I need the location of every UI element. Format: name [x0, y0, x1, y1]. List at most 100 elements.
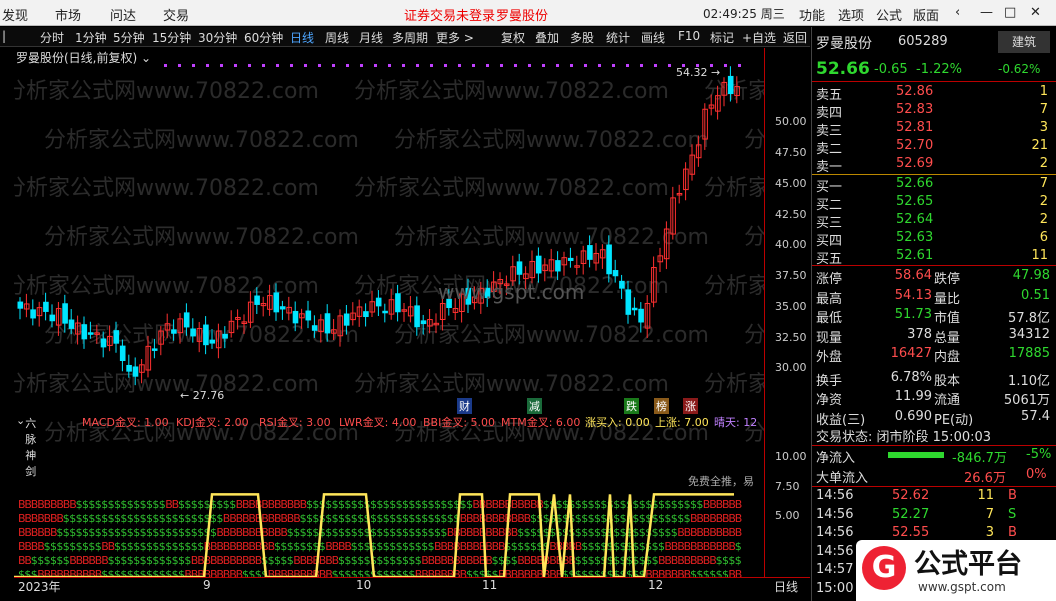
quote-panel: 罗曼股份 605289 建筑 52.66 -0.65 -1.22% -0.62%… [811, 27, 1056, 601]
candle-body [49, 314, 56, 322]
menu-market[interactable]: 市场 [55, 5, 81, 24]
stat-row[interactable]: 净资 11.99 流通 5061万 [816, 389, 1052, 408]
menu-wenda[interactable]: 问达 [110, 5, 136, 24]
maximize-icon[interactable]: □ [1004, 5, 1016, 20]
restore-rights-button[interactable]: 复权 [501, 29, 525, 46]
menu-formula[interactable]: 公式 [876, 5, 902, 24]
cell: 52.61 [896, 248, 934, 263]
draw-line-button[interactable]: 画线 [641, 29, 665, 46]
bid-row[interactable]: 买二 52.65 2 [816, 194, 1052, 213]
tab-weekly[interactable]: 周线 [325, 29, 349, 46]
cell: 卖一 [816, 160, 843, 175]
watermark-text: 分析家公式网www.70822.com [394, 225, 709, 250]
cell: 现量 [816, 330, 843, 346]
tab-more[interactable]: 更多 > [436, 29, 474, 46]
candle-body [395, 293, 401, 313]
event-tag-cai[interactable]: 财 [457, 398, 472, 414]
cell: 58.64 [894, 268, 932, 283]
event-tag-zhang[interactable]: 涨 [683, 398, 698, 414]
event-tag-die[interactable]: 跌 [624, 398, 639, 414]
tab-1min[interactable]: 1分钟 [75, 29, 107, 46]
back-icon[interactable]: ‹ [955, 5, 960, 20]
signal-dot [640, 64, 643, 67]
tab-15min[interactable]: 15分钟 [152, 29, 191, 46]
bid-row[interactable]: 买四 52.63 6 [816, 230, 1052, 249]
stat-row[interactable]: 换手 6.78% 股本 1.10亿 [816, 369, 1052, 389]
candle-body [375, 297, 382, 307]
netflow-pct: -5% [1026, 447, 1052, 462]
tab-60min[interactable]: 60分钟 [244, 29, 283, 46]
tick-row[interactable]: 14:56 52.62 11 B [816, 488, 1052, 506]
cell: 卖二 [816, 142, 843, 157]
event-tag-bang[interactable]: 榜 [654, 398, 669, 414]
sector-tag[interactable]: 建筑 [998, 31, 1050, 53]
badge-title: 公式平台 [914, 549, 1022, 580]
tab-multiperiod[interactable]: 多周期 [392, 29, 428, 46]
cell: 2 [1039, 194, 1048, 209]
login-notice[interactable]: 证券交易未登录 [404, 5, 495, 24]
cell: PE(动) [934, 412, 974, 428]
tick-row[interactable]: 14:56 52.27 7 S [816, 507, 1052, 525]
candle-body [555, 260, 561, 272]
event-tag-jian[interactable]: 减 [527, 398, 542, 414]
tab-daily[interactable]: 日线 [290, 29, 314, 46]
bid-row[interactable]: 买一 52.66 7 [816, 176, 1052, 195]
ask-row[interactable]: 卖三 52.81 3 [816, 120, 1052, 139]
tab-5min[interactable]: 5分钟 [113, 29, 145, 46]
indicator-name[interactable]: ⌄ 六脉神剑 [16, 414, 36, 478]
multi-stock-button[interactable]: 多股 [570, 29, 594, 46]
candle-body [311, 325, 318, 331]
bid-row[interactable]: 买三 52.64 2 [816, 212, 1052, 231]
menu-discover[interactable]: 发现 [2, 5, 28, 24]
stat-row[interactable]: 最低 51.73 市值 57.8亿 [816, 307, 1052, 326]
cell: 总量 [934, 330, 961, 346]
tab-30min[interactable]: 30分钟 [198, 29, 237, 46]
collapse-icon[interactable]: | [2, 29, 6, 43]
candle-body [420, 320, 427, 325]
cell: 52.69 [896, 156, 934, 171]
bigflow-pct: 0% [1026, 467, 1047, 482]
return-button[interactable]: 返回 [783, 29, 807, 46]
menu-function[interactable]: 功能 [799, 5, 825, 24]
ask-row[interactable]: 卖二 52.70 21 [816, 138, 1052, 157]
close-icon[interactable]: ✕ [1030, 5, 1041, 20]
stat-row[interactable]: 涨停 58.64 跌停 47.98 [816, 268, 1052, 287]
menu-layout[interactable]: 版面 [913, 5, 939, 24]
tab-monthly[interactable]: 月线 [359, 29, 383, 46]
minimize-icon[interactable]: — [980, 5, 993, 20]
mark-button[interactable]: 标记 [710, 29, 734, 46]
candle-body [62, 303, 68, 324]
signal-dot [528, 64, 531, 67]
signal-dot [500, 64, 503, 67]
param-sunny: 晴天: 12 [714, 416, 758, 429]
ask-row[interactable]: 卖一 52.69 2 [816, 156, 1052, 175]
stat-row[interactable]: 收益(三) 0.690 PE(动) 57.4 [816, 408, 1052, 428]
cell: 14:56 [816, 488, 854, 503]
menu-trade[interactable]: 交易 [163, 5, 189, 24]
period-toolbar: | 分时 1分钟 5分钟 15分钟 30分钟 60分钟 日线 周线 月线 多周期… [0, 27, 810, 47]
stat-row[interactable]: 最高 54.13 量比 0.51 [816, 288, 1052, 307]
cell: 股本 [934, 373, 961, 389]
tab-timeshare[interactable]: 分时 [40, 29, 64, 46]
candle-body [171, 329, 177, 334]
signal-dot [598, 64, 601, 67]
bid-row[interactable]: 买五 52.61 11 [816, 248, 1052, 267]
ask-row[interactable]: 卖五 52.86 1 [816, 84, 1052, 103]
cell: 57.4 [1021, 408, 1050, 424]
candle-body [222, 333, 228, 339]
cell: 卖三 [816, 124, 843, 139]
statistics-button[interactable]: 统计 [606, 29, 630, 46]
f10-button[interactable]: F10 [678, 29, 700, 43]
menu-options[interactable]: 选项 [838, 5, 864, 24]
stock-name: 罗曼股份 [816, 36, 872, 52]
param-rsi: RSI金叉: 3.00 [259, 416, 331, 429]
overlay-button[interactable]: 叠加 [535, 29, 559, 46]
stat-row[interactable]: 外盘 16427 内盘 17885 [816, 346, 1052, 365]
cell: 6.78% [890, 369, 932, 385]
signal-dot [514, 64, 517, 67]
ask-row[interactable]: 卖四 52.83 7 [816, 102, 1052, 121]
candle-body [414, 305, 420, 328]
stat-row[interactable]: 现量 378 总量 34312 [816, 327, 1052, 346]
add-favorite-button[interactable]: +自选 [742, 29, 776, 46]
x-period[interactable]: 日线 [774, 578, 798, 595]
